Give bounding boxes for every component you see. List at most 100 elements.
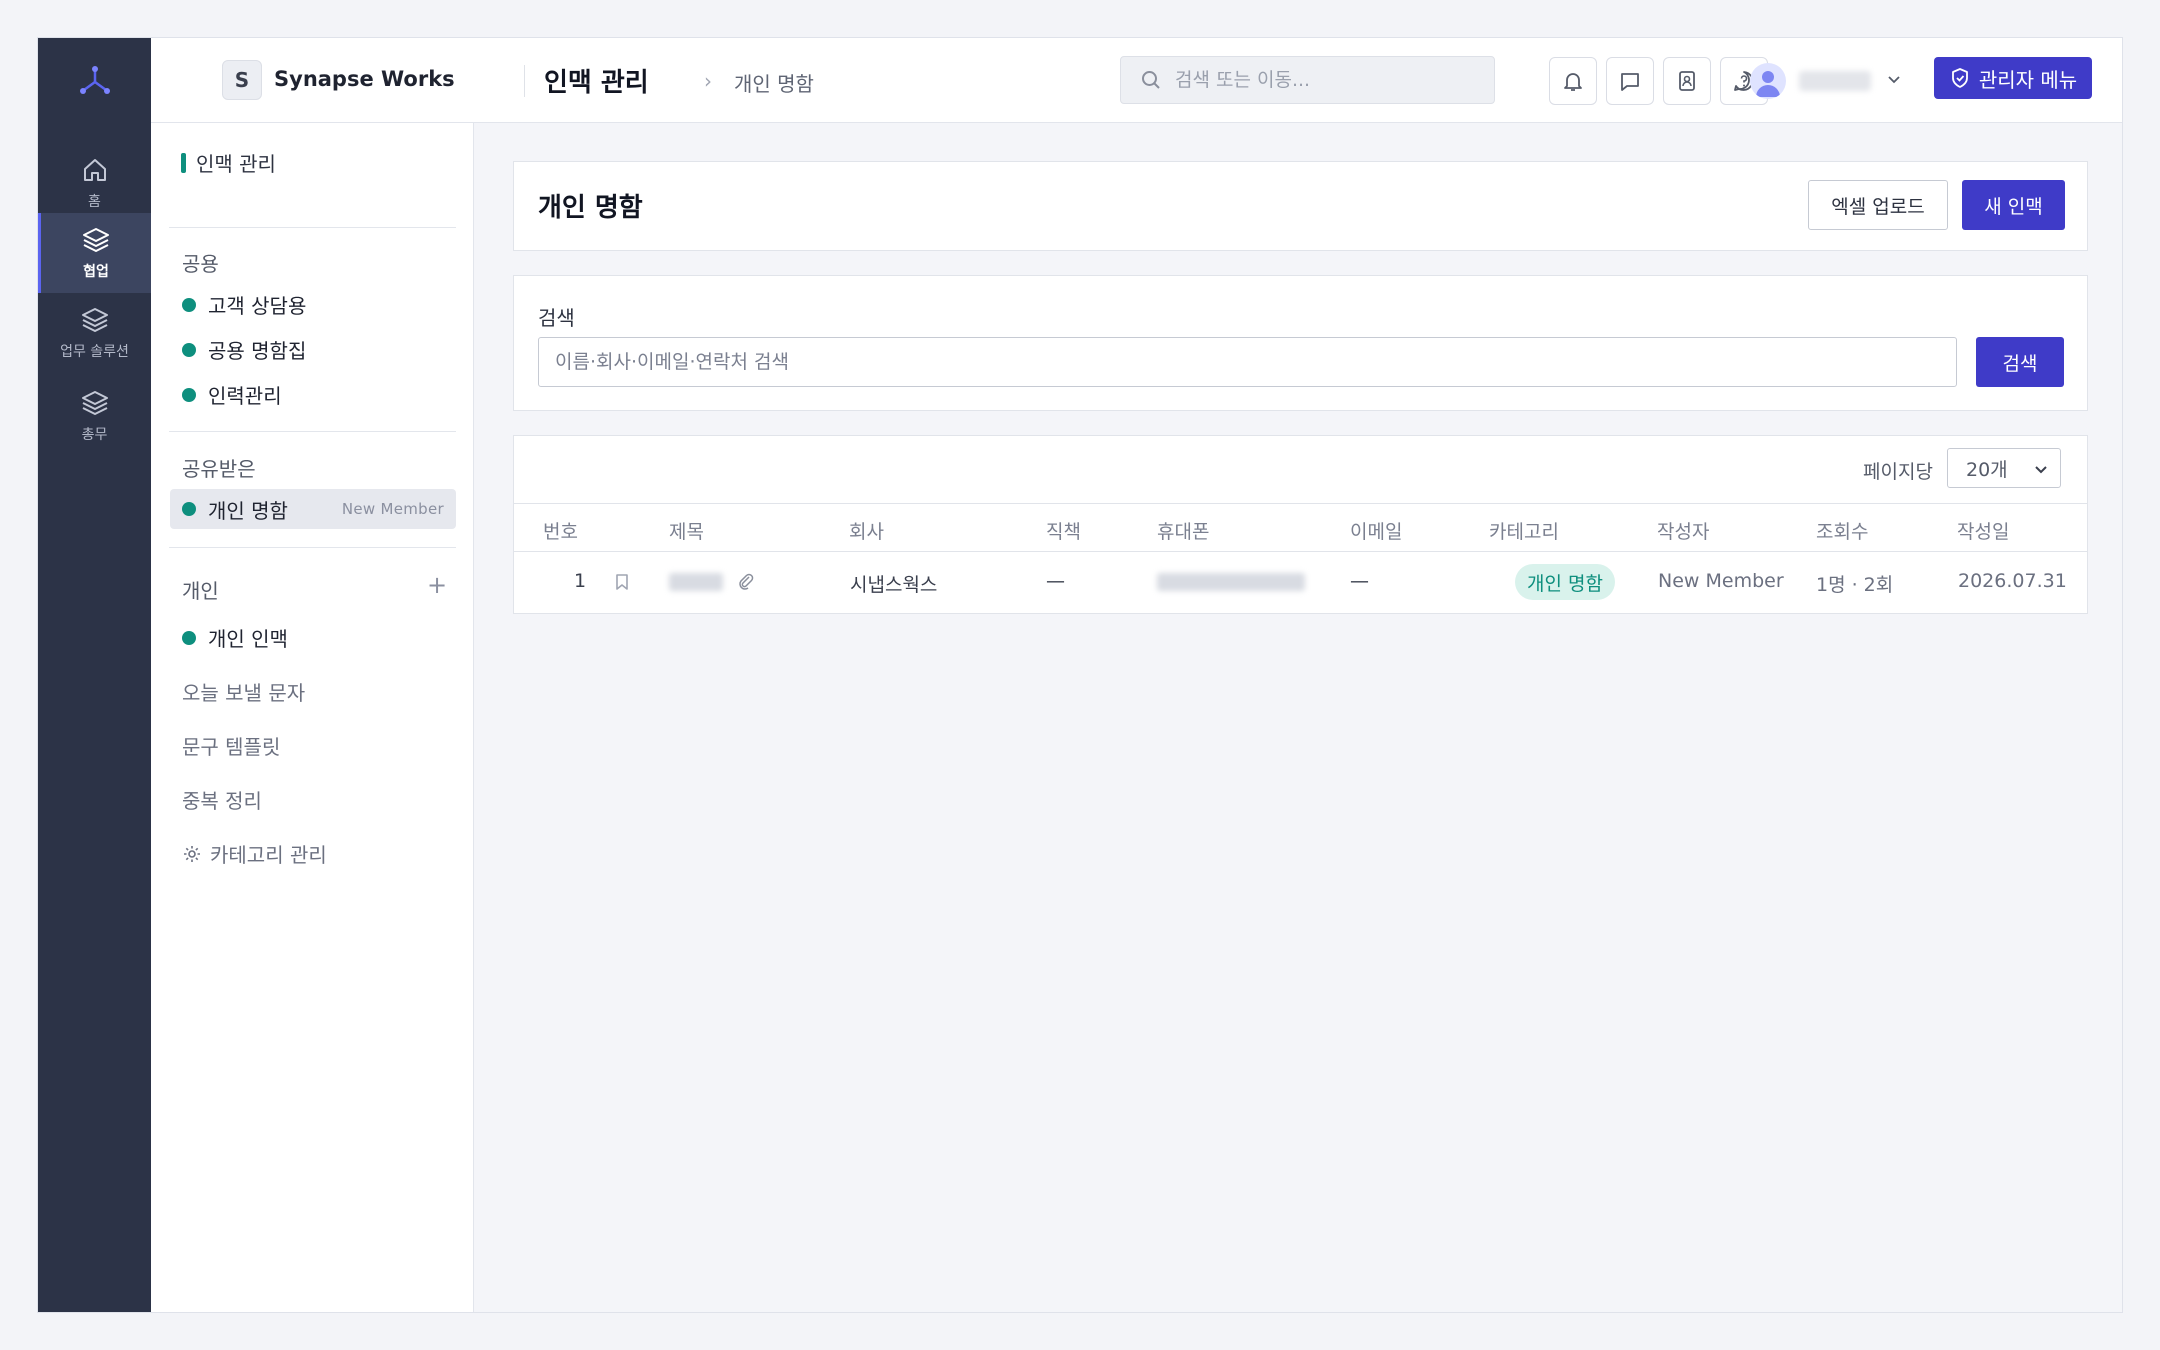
table-row[interactable]: 1 시냅스웍스 — — 개인 명함 New Member 1명 · 2회 202… xyxy=(514,552,2087,611)
page-section-title[interactable]: 인맥 관리 xyxy=(544,62,649,99)
app-frame: 홈 협업 업무 솔루션 총무 S Synapse Works 인맥 관리 › 개… xyxy=(37,37,2123,1313)
paperclip-icon xyxy=(739,573,754,590)
sidebar-item-owner: New Member xyxy=(341,500,444,518)
home-icon xyxy=(83,159,106,181)
page-title-card: 개인 명함 엑셀 업로드 새 인맥 xyxy=(513,161,2088,251)
per-page-label: 페이지당 xyxy=(1863,461,1933,483)
status-dot xyxy=(182,387,196,402)
breadcrumb[interactable]: 개인 명함 xyxy=(734,68,814,97)
status-dot xyxy=(182,502,196,516)
row-position: — xyxy=(1046,570,1065,592)
contact-book-icon xyxy=(1679,71,1695,91)
row-date: 2026.07.31 xyxy=(1958,570,2067,592)
divider xyxy=(169,431,456,432)
global-search[interactable] xyxy=(1120,56,1495,104)
sidebar-heading-label: 인맥 관리 xyxy=(196,152,276,176)
rail-item-collab[interactable]: 협업 xyxy=(38,213,151,293)
col-header-company[interactable]: 회사 xyxy=(849,517,884,544)
rail-item-label: 업무 솔루션 xyxy=(60,344,129,360)
sidebar-item-label: 고객 상담용 xyxy=(208,294,307,318)
layers-icon xyxy=(81,391,108,415)
sidebar-link-label: 카테고리 관리 xyxy=(210,843,327,867)
sidebar-item-personal-network[interactable]: 개인 인맥 xyxy=(182,623,288,652)
shield-check-icon xyxy=(1951,68,1968,88)
app-rail: 홈 협업 업무 솔루션 총무 xyxy=(38,38,151,1312)
sidebar-item-label: 개인 명함 xyxy=(208,498,288,523)
contact-name-redacted[interactable] xyxy=(669,573,723,591)
bookmark-icon[interactable] xyxy=(612,572,632,592)
divider xyxy=(169,547,456,548)
col-header-mobile[interactable]: 휴대폰 xyxy=(1157,517,1209,544)
rail-item-home[interactable]: 홈 xyxy=(38,143,151,223)
user-name-redacted[interactable] xyxy=(1799,71,1871,91)
col-header-author[interactable]: 작성자 xyxy=(1657,517,1709,544)
gear-icon xyxy=(184,845,200,862)
per-page-value: 20개 xyxy=(1966,458,2008,481)
group-label-shared: 공용 xyxy=(182,252,219,276)
breadcrumb-chevron-icon: › xyxy=(704,69,712,93)
col-header-views[interactable]: 조회수 xyxy=(1816,517,1868,544)
admin-menu-button[interactable]: 관리자 메뉴 xyxy=(1934,57,2092,99)
contacts-button[interactable] xyxy=(1663,57,1711,105)
sidebar-link-templates[interactable]: 문구 템플릿 xyxy=(182,731,280,760)
col-header-position[interactable]: 직책 xyxy=(1046,517,1081,544)
org-badge[interactable]: S xyxy=(222,60,262,100)
admin-menu-label: 관리자 메뉴 xyxy=(1978,67,2078,92)
sidebar-item-customer-consult[interactable]: 고객 상담용 xyxy=(182,290,306,319)
group-label-received: 공유받은 xyxy=(182,457,256,481)
messages-button[interactable] xyxy=(1606,57,1654,105)
row-views: 1명 · 2회 xyxy=(1816,574,1894,596)
global-search-input[interactable] xyxy=(1175,69,1475,91)
contacts-table-card: 페이지당 20개 번호 제목 회사 직책 휴대폰 이메일 카테고리 작성자 조회… xyxy=(513,435,2088,614)
app-logo-icon[interactable] xyxy=(75,60,115,100)
user-avatar-icon xyxy=(1756,71,1780,97)
status-dot xyxy=(182,342,196,357)
new-contact-button[interactable]: 새 인맥 xyxy=(1962,180,2065,230)
bell-icon xyxy=(1564,73,1582,91)
heading-accent-bar xyxy=(181,152,186,173)
sidebar-link-category-manage[interactable]: 카테고리 관리 xyxy=(182,839,327,868)
per-page-select[interactable]: 20개 xyxy=(1947,448,2061,488)
sidebar-link-today-sms[interactable]: 오늘 보낼 문자 xyxy=(182,677,305,706)
sidebar-item-personal-cards[interactable]: 개인 명함 New Member xyxy=(170,489,456,529)
search-input[interactable] xyxy=(538,337,1957,387)
col-header-date[interactable]: 작성일 xyxy=(1957,517,2009,544)
page-title: 개인 명함 xyxy=(538,193,643,223)
top-header: S Synapse Works 인맥 관리 › 개인 명함 관리자 메뉴 xyxy=(151,38,2122,123)
table-header: 번호 제목 회사 직책 휴대폰 이메일 카테고리 작성자 조회수 작성일 xyxy=(514,503,2087,552)
row-email: — xyxy=(1350,570,1369,592)
layers-icon xyxy=(83,228,109,252)
sidebar-item-label: 개인 인맥 xyxy=(208,627,288,651)
excel-upload-button[interactable]: 엑셀 업로드 xyxy=(1808,180,1948,230)
sidebar-item-label: 인력관리 xyxy=(208,384,282,408)
sidebar-link-dedupe[interactable]: 중복 정리 xyxy=(182,785,262,814)
rail-item-general-affairs[interactable]: 총무 xyxy=(38,376,151,456)
add-group-button[interactable]: + xyxy=(427,571,447,599)
sidebar-item-hr[interactable]: 인력관리 xyxy=(182,380,282,409)
layers-icon xyxy=(81,308,108,332)
row-number: 1 xyxy=(574,570,587,592)
search-button[interactable]: 검색 xyxy=(1976,337,2064,387)
rail-item-label: 총무 xyxy=(81,427,108,443)
group-label-personal: 개인 xyxy=(182,579,219,603)
col-header-title[interactable]: 제목 xyxy=(669,517,704,544)
chevron-down-icon[interactable] xyxy=(1884,69,1904,89)
rail-item-label: 홈 xyxy=(88,194,101,210)
avatar[interactable] xyxy=(1750,63,1786,99)
contacts-sidebar: 인맥 관리 공용 고객 상담용 공용 명함집 인력관리 공유받은 개인 명함 N… xyxy=(151,123,474,1312)
sidebar-item-shared-cards[interactable]: 공용 명함집 xyxy=(182,335,306,364)
status-dot xyxy=(182,297,196,312)
col-header-email[interactable]: 이메일 xyxy=(1350,517,1402,544)
col-header-category[interactable]: 카테고리 xyxy=(1489,517,1559,544)
sidebar-heading[interactable]: 인맥 관리 xyxy=(181,148,276,177)
notifications-button[interactable] xyxy=(1549,57,1597,105)
chevron-down-icon xyxy=(2035,466,2047,474)
rail-item-solutions[interactable]: 업무 솔루션 xyxy=(38,293,151,373)
header-divider xyxy=(524,65,525,97)
category-badge: 개인 명함 xyxy=(1515,564,1615,600)
col-header-no[interactable]: 번호 xyxy=(543,517,578,544)
search-card: 검색 검색 xyxy=(513,275,2088,411)
org-name[interactable]: Synapse Works xyxy=(274,67,455,91)
search-label: 검색 xyxy=(538,306,575,330)
mobile-number-redacted xyxy=(1157,573,1305,591)
